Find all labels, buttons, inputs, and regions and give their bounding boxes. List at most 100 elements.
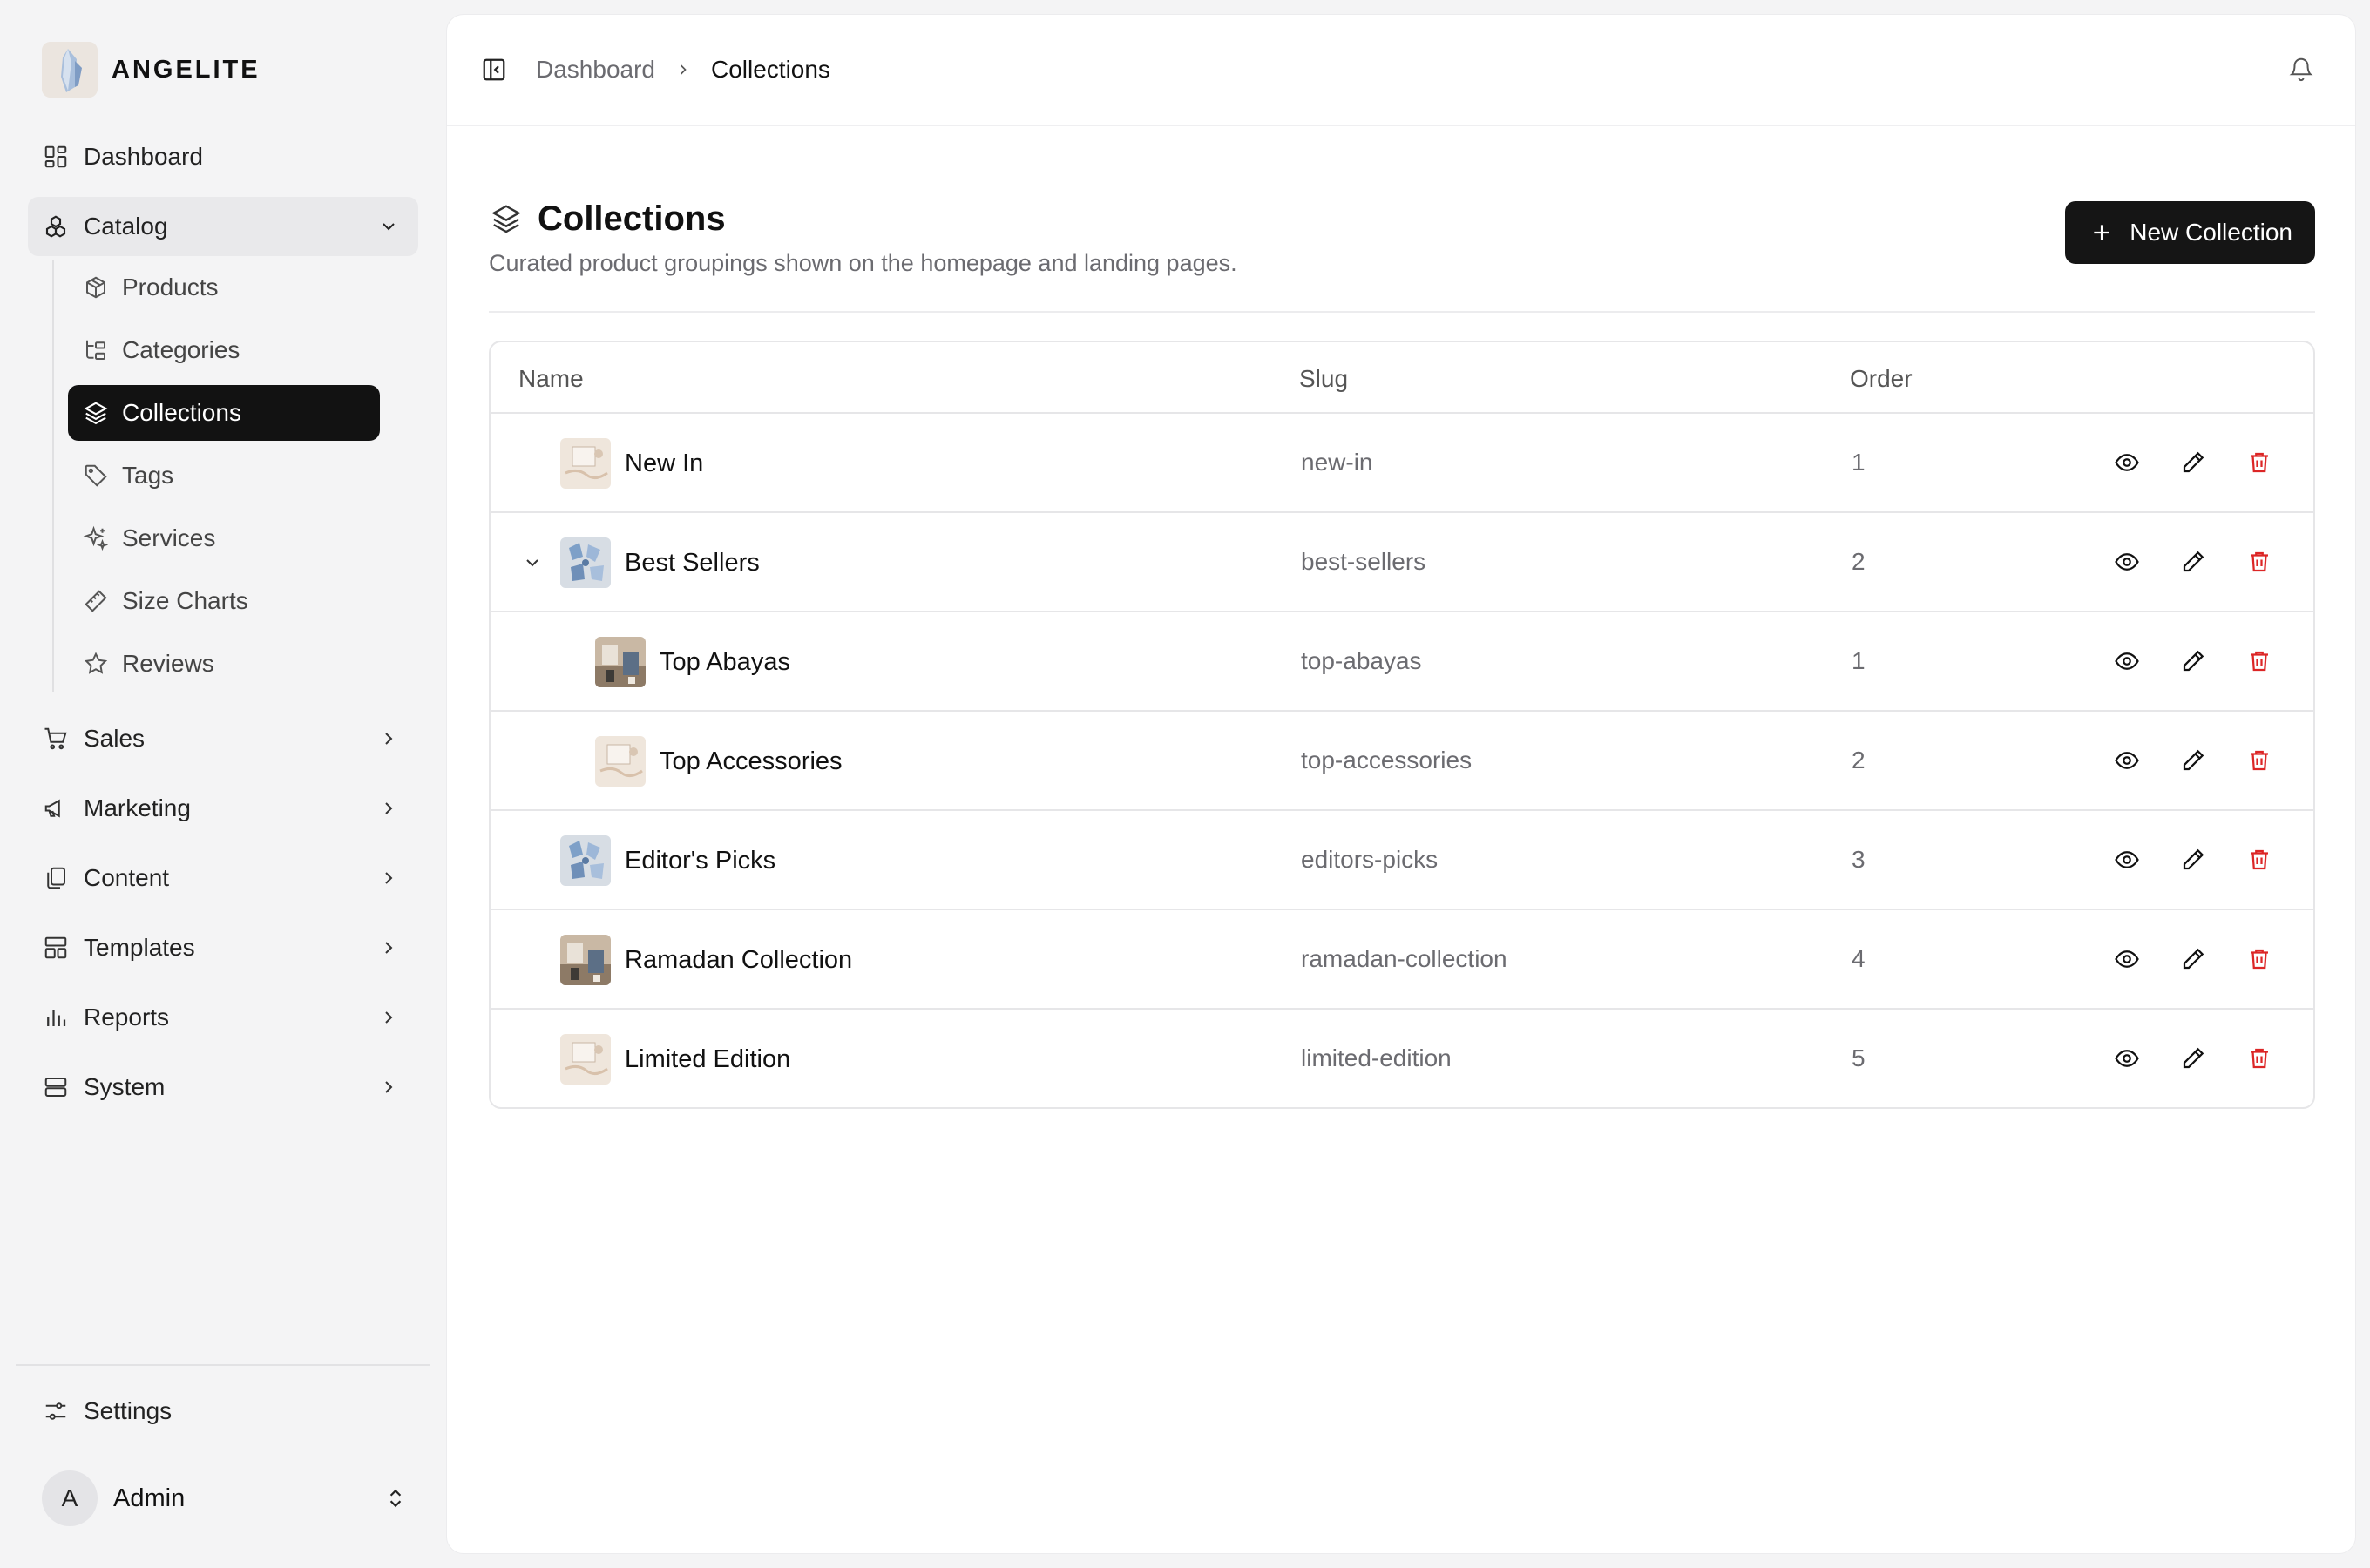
sidebar-item-label: Templates [84,934,195,961]
collection-slug: editors-picks [1301,846,1439,873]
breadcrumb: Dashboard Collections [536,56,830,84]
delete-trash-icon[interactable] [2244,844,2275,875]
table-row[interactable]: Top Abayas top-abayas 1 [491,612,2313,712]
sidebar-item-content[interactable]: Content [28,848,418,908]
user-menu[interactable]: A Admin [42,1470,408,1526]
hierarchy-icon [82,336,110,364]
collection-name: Best Sellers [625,548,760,577]
topbar: Dashboard Collections [447,15,2355,126]
sidebar-item-label: Reviews [122,650,214,677]
collection-slug: limited-edition [1301,1044,1452,1071]
star-icon [82,650,110,678]
delete-trash-icon[interactable] [2244,1043,2275,1074]
table-row[interactable]: Ramadan Collection ramadan-collection 4 [491,910,2313,1010]
brand-name: ANGELITE [112,55,261,84]
layers-icon [82,399,110,427]
chevrons-up-down-icon[interactable] [383,1486,408,1511]
column-order-header[interactable]: Order [1850,365,1913,393]
edit-pencil-icon[interactable] [2177,943,2209,975]
new-collection-button[interactable]: New Collection [2065,201,2315,264]
view-eye-icon[interactable] [2111,745,2143,776]
collection-order: 1 [1852,647,1866,674]
collection-name: Ramadan Collection [625,945,853,974]
sidebar-groups: Sales Marketing Content Templates Report… [28,709,418,1117]
chevron-right-icon [376,727,401,751]
edit-pencil-icon[interactable] [2177,645,2209,677]
plus-icon [2089,220,2114,245]
collection-slug: top-accessories [1301,747,1473,774]
sidebar-item-dashboard[interactable]: Dashboard [28,127,418,186]
edit-pencil-icon[interactable] [2177,447,2209,478]
bar-chart-icon [42,1004,70,1031]
sidebar-item-label: Collections [122,399,241,426]
sidebar-item-label: Reports [84,1004,170,1031]
thumbnail-beige [560,438,611,489]
view-eye-icon[interactable] [2111,1043,2143,1074]
chevron-down-icon[interactable] [520,551,545,575]
avatar: A [42,1470,98,1526]
edit-pencil-icon[interactable] [2177,1043,2209,1074]
column-name-header[interactable]: Name [518,365,584,393]
table-row[interactable]: Best Sellers best-sellers 2 [491,513,2313,612]
sidebar-item-label: Content [84,864,170,891]
delete-trash-icon[interactable] [2244,546,2275,578]
sidebar-item-collections[interactable]: Collections [68,385,380,441]
table-row[interactable]: New In new-in 1 [491,414,2313,513]
sidebar-item-reviews[interactable]: Reviews [68,636,380,692]
sidebar-item-size-charts[interactable]: Size Charts [68,573,380,629]
sidebar-item-settings[interactable]: Settings [42,1385,172,1437]
sidebar-item-system[interactable]: System [28,1058,418,1117]
collection-slug: ramadan-collection [1301,945,1507,972]
table-header: Name Slug Order [491,342,2313,414]
sidebar-item-services[interactable]: Services [68,510,380,566]
table-row[interactable]: Limited Edition limited-edition 5 [491,1010,2313,1107]
delete-trash-icon[interactable] [2244,745,2275,776]
notification-bell-icon[interactable] [2285,53,2317,84]
page-subtitle: Curated product groupings shown on the h… [489,250,1237,276]
sidebar-item-products[interactable]: Products [68,260,380,315]
copy-icon [42,864,70,892]
collection-name: New In [625,449,704,477]
collection-order: 4 [1852,945,1866,972]
dashboard-grid-icon [42,143,70,171]
delete-trash-icon[interactable] [2244,645,2275,677]
megaphone-icon [42,794,70,822]
view-eye-icon[interactable] [2111,943,2143,975]
edit-pencil-icon[interactable] [2177,844,2209,875]
edit-pencil-icon[interactable] [2177,745,2209,776]
delete-trash-icon[interactable] [2244,447,2275,478]
sidebar-item-catalog[interactable]: Catalog [28,197,418,256]
chevron-right-icon [376,866,401,890]
server-icon [42,1073,70,1101]
edit-pencil-icon[interactable] [2177,546,2209,578]
table-row[interactable]: Top Accessories top-accessories 2 [491,712,2313,811]
table-row[interactable]: Editor's Picks editors-picks 3 [491,811,2313,910]
delete-trash-icon[interactable] [2244,943,2275,975]
column-slug-header[interactable]: Slug [1299,365,1348,393]
view-eye-icon[interactable] [2111,546,2143,578]
view-eye-icon[interactable] [2111,447,2143,478]
sliders-icon [42,1397,70,1425]
layout-icon [42,934,70,962]
sidebar-item-tags[interactable]: Tags [68,448,380,504]
sidebar-item-reports[interactable]: Reports [28,988,418,1047]
sidebar-item-label: System [84,1073,166,1100]
sidebar-item-templates[interactable]: Templates [28,918,418,977]
thumbnail-blue [560,835,611,886]
view-eye-icon[interactable] [2111,645,2143,677]
breadcrumb-dashboard-link[interactable]: Dashboard [536,56,655,84]
sidebar-toggle-icon[interactable] [478,54,510,85]
sidebar-item-label: Tags [122,462,174,489]
collection-order: 2 [1852,747,1866,774]
collection-name: Top Abayas [660,647,790,676]
chevron-right-icon [376,1075,401,1099]
brand[interactable]: ANGELITE [42,42,261,98]
sidebar-item-categories[interactable]: Categories [68,322,380,378]
collection-order: 1 [1852,449,1866,476]
sidebar-item-label: Dashboard [84,143,203,170]
view-eye-icon[interactable] [2111,844,2143,875]
sidebar-item-marketing[interactable]: Marketing [28,779,418,838]
sidebar-divider [16,1364,430,1366]
sidebar-item-sales[interactable]: Sales [28,709,418,768]
thumbnail-beige [560,1034,611,1085]
